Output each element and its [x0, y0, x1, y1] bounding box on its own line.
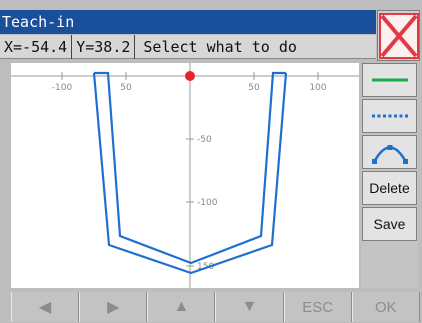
- x-coordinate-readout: X=-54.4: [0, 34, 73, 59]
- arc-tool-button[interactable]: [362, 135, 417, 169]
- move-down-button[interactable]: ▼: [215, 292, 284, 322]
- teach-in-canvas[interactable]: -100 50 50 100 -50 -100 150: [11, 63, 359, 288]
- close-button[interactable]: [377, 10, 420, 61]
- close-icon: [378, 12, 419, 59]
- y-coordinate-readout: Y=38.2: [72, 34, 136, 59]
- arrow-right-icon: ▶: [107, 299, 120, 316]
- move-right-button[interactable]: ▶: [79, 292, 148, 322]
- arc-icon: [371, 145, 408, 164]
- line-tool-button[interactable]: [362, 63, 417, 97]
- move-left-button[interactable]: ◀: [11, 292, 80, 322]
- dotted-line-tool-button[interactable]: [362, 99, 417, 133]
- teach-in-window: Teach-in X=-54.4 Y=38.2 Select what to d…: [0, 0, 422, 323]
- cursor-point[interactable]: [185, 71, 195, 81]
- arrow-left-icon: ◀: [38, 299, 52, 316]
- tool-panel: Delete Save: [361, 63, 418, 288]
- arrow-down-icon: ▼: [241, 298, 258, 315]
- navigation-bar: ◀ ▶ ▲ ▼ ESC OK: [11, 292, 420, 322]
- x-tick-label: -100: [52, 83, 73, 93]
- ok-button[interactable]: OK: [351, 292, 420, 322]
- window-title: Teach-in: [0, 10, 376, 34]
- arrow-up-icon: ▲: [173, 298, 190, 315]
- y-tick-label: -100: [197, 198, 218, 208]
- status-message: Select what to do: [143, 37, 297, 56]
- status-bar: X=-54.4 Y=38.2 Select what to do: [0, 34, 376, 59]
- x-tick-label: 50: [248, 83, 260, 93]
- move-up-button[interactable]: ▲: [147, 292, 216, 322]
- esc-button[interactable]: ESC: [283, 292, 352, 322]
- y-tick-label: -50: [197, 135, 212, 145]
- save-button[interactable]: Save: [362, 207, 417, 241]
- x-tick-label: 50: [120, 83, 132, 93]
- x-tick-label: 100: [309, 83, 326, 93]
- dashed-line-icon: [371, 114, 408, 118]
- delete-button[interactable]: Delete: [362, 171, 417, 205]
- solid-line-icon: [371, 78, 408, 82]
